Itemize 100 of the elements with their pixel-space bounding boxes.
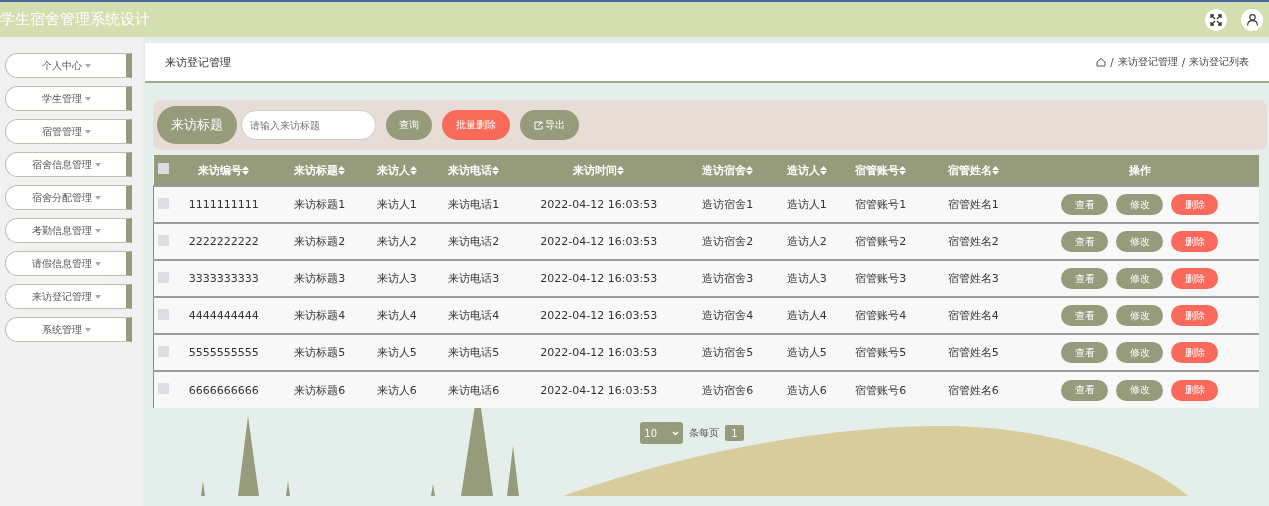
table-cell: 2022-04-12 16:03:53 [540,346,658,359]
table-cell: 来访电话5 [448,346,500,359]
edit-button[interactable]: 修改 [1116,379,1164,401]
table-cell: 造访宿舍3 [702,272,754,285]
table-cell: 宿管姓名5 [947,346,999,359]
chevron-down-icon [672,430,680,436]
sidebar-item[interactable]: 来访登记管理 [5,284,132,309]
table-cell: 来访标题2 [294,235,346,248]
caret-icon [94,195,101,200]
view-button[interactable]: 查看 [1061,231,1109,252]
edit-button[interactable]: 修改 [1116,305,1164,326]
table-cell: 造访宿舍5 [702,346,754,359]
search-field[interactable]: 请输入来访标题 [241,110,376,140]
row-checkbox[interactable] [158,197,170,209]
table-cell: 6666666666 [188,383,259,397]
select-all-checkbox[interactable] [158,163,170,174]
caret-icon [94,261,101,266]
table-cell: 来访人2 [376,235,417,248]
export-button[interactable]: 导出 [520,110,579,140]
table-cell: 造访宿舍2 [702,235,754,248]
breadcrumb-link[interactable]: 来访登记管理 [1117,55,1178,69]
edit-button[interactable]: 修改 [1116,268,1164,289]
table-cell: 来访标题4 [294,309,346,322]
row-checkbox[interactable] [158,271,170,283]
search-label: 来访标题 [157,106,237,144]
table-cell: 宿管姓名2 [947,235,999,248]
table-cell: 造访人2 [786,235,827,248]
table-cell: 来访电话3 [448,272,500,285]
user-button[interactable] [1241,8,1263,31]
breadcrumb-link[interactable]: 来访登记列表 [1189,55,1249,69]
sort-icon [819,165,827,175]
view-button[interactable]: 查看 [1061,268,1109,289]
table-cell: 来访人4 [376,309,417,322]
table-cell: 宿管姓名3 [947,272,999,285]
table-cell: 2222222222 [188,235,259,248]
edit-button[interactable]: 修改 [1116,342,1164,363]
delete-button[interactable]: 删除 [1171,231,1219,252]
table-cell: 5555555555 [188,346,259,359]
sort-icon [242,165,250,175]
caret-icon [84,327,91,332]
row-checkbox[interactable] [158,383,170,394]
sidebar-item[interactable]: 宿舍信息管理 [5,152,132,177]
table-cell: 造访人1 [786,198,827,211]
table-cell: 来访电话2 [448,235,500,248]
column-header[interactable]: 来访时间 [573,162,625,178]
table-cell: 造访宿舍4 [702,309,754,322]
user-icon [1245,13,1259,26]
sidebar-item[interactable]: 考勤信息管理 [5,218,132,243]
view-button[interactable]: 查看 [1061,342,1109,363]
table-cell: 来访标题6 [294,383,346,397]
column-header[interactable]: 操作 [1128,162,1151,178]
app-title: 学生宿舍管理系统设计 [0,10,150,29]
edit-button[interactable]: 修改 [1116,231,1164,252]
sort-icon [338,165,346,175]
row-checkbox[interactable] [158,345,170,357]
home-icon[interactable] [1096,57,1107,67]
delete-button[interactable]: 删除 [1171,268,1219,289]
delete-button[interactable]: 删除 [1171,194,1219,215]
row-checkbox[interactable] [158,308,170,320]
delete-button[interactable]: 删除 [1171,379,1219,401]
caret-icon [84,96,91,101]
sidebar-item[interactable]: 请假信息管理 [5,251,132,276]
table-cell: 来访标题5 [294,346,346,359]
delete-button[interactable]: 删除 [1171,342,1219,363]
page-title: 来访登记管理 [165,54,231,70]
page-button[interactable]: 1 [725,425,744,441]
table-cell: 造访人6 [786,383,827,397]
sidebar-item[interactable]: 宿舍分配管理 [5,185,132,210]
table-cell: 2022-04-12 16:03:53 [540,309,658,322]
sidebar-item[interactable]: 个人中心 [5,53,132,78]
export-icon [534,120,543,130]
sort-icon [746,165,754,175]
fullscreen-button[interactable] [1205,8,1227,31]
sort-icon [991,165,999,175]
table-cell: 宿管账号2 [855,235,907,248]
table-cell: 造访人4 [786,309,827,322]
page-size-select[interactable]: 10 [640,422,684,444]
edit-button[interactable]: 修改 [1116,194,1164,215]
table-cell: 3333333333 [188,272,259,285]
table-cell: 来访人3 [376,272,417,285]
sort-icon [492,165,500,175]
view-button[interactable]: 查看 [1061,305,1109,326]
caret-icon [84,129,91,134]
breadcrumb-separator: / [1181,56,1185,68]
batch-delete-button[interactable]: 批量删除 [442,110,510,140]
sidebar-item[interactable]: 学生管理 [5,86,132,111]
sidebar-item[interactable]: 宿管管理 [5,119,132,144]
page-size-label: 条每页 [689,426,720,440]
search-button[interactable]: 查询 [386,110,432,140]
caret-icon [94,228,101,233]
table-cell: 来访标题3 [294,272,346,285]
table-cell: 来访人6 [376,383,417,397]
row-checkbox[interactable] [158,234,170,246]
view-button[interactable]: 查看 [1061,194,1109,215]
sort-icon [409,165,417,175]
sidebar-item[interactable]: 系统管理 [5,317,132,342]
table-cell: 造访宿舍6 [702,383,754,397]
breadcrumb-separator: / [1110,56,1114,68]
delete-button[interactable]: 删除 [1171,305,1219,326]
view-button[interactable]: 查看 [1061,379,1109,401]
